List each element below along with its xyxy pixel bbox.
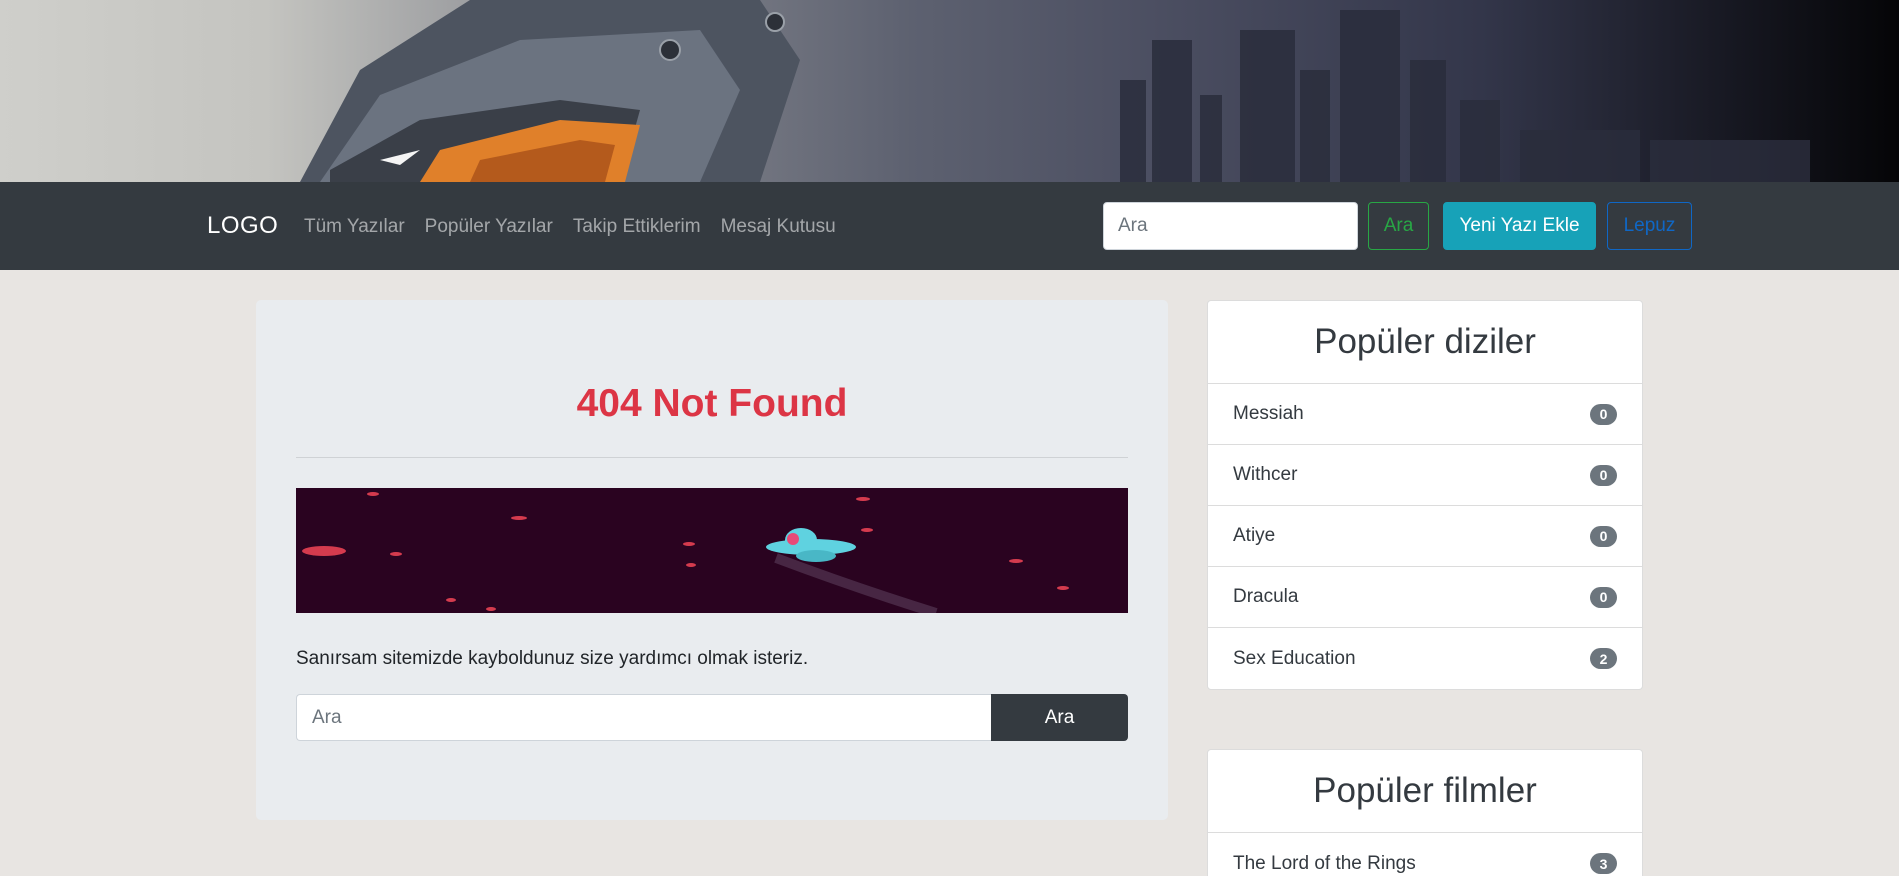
navbar-search-input[interactable] bbox=[1103, 202, 1358, 250]
list-item[interactable]: The Lord of the Rings 3 bbox=[1208, 833, 1642, 876]
lost-message: Sanırsam sitemizde kayboldunuz size yard… bbox=[296, 648, 809, 669]
nav-link-popular-posts[interactable]: Popüler Yazılar bbox=[425, 216, 553, 238]
list-item-label: The Lord of the Rings bbox=[1233, 852, 1416, 874]
not-found-card: 404 Not Found Sanırsam sitemizde kaybold… bbox=[256, 300, 1168, 820]
popular-movies-card: Popüler filmler The Lord of the Rings 3 bbox=[1207, 749, 1643, 876]
site-logo[interactable]: LOGO bbox=[207, 212, 278, 240]
count-badge: 2 bbox=[1590, 648, 1617, 669]
list-item-label: Sex Education bbox=[1233, 647, 1356, 669]
popular-movies-title: Popüler filmler bbox=[1208, 750, 1642, 833]
popular-series-title: Popüler diziler bbox=[1208, 301, 1642, 384]
help-search-input[interactable] bbox=[296, 694, 992, 741]
lost-astronaut-image bbox=[296, 488, 1128, 613]
nav-links: Tüm Yazılar Popüler Yazılar Takip Ettikl… bbox=[304, 216, 836, 238]
count-badge: 0 bbox=[1590, 403, 1617, 425]
count-badge: 0 bbox=[1590, 586, 1617, 608]
list-item[interactable]: Atiye 0 bbox=[1208, 506, 1642, 567]
help-search-button[interactable]: Ara bbox=[991, 694, 1128, 741]
new-post-button[interactable]: Yeni Yazı Ekle bbox=[1443, 202, 1596, 250]
list-item-label: Dracula bbox=[1233, 586, 1299, 607]
header-banner-image bbox=[0, 0, 1899, 182]
list-item[interactable]: Messiah 0 bbox=[1208, 384, 1642, 445]
list-item[interactable]: Sex Education 2 bbox=[1208, 628, 1642, 689]
nav-link-all-posts[interactable]: Tüm Yazılar bbox=[304, 216, 405, 238]
list-item-label: Messiah bbox=[1233, 403, 1304, 424]
count-badge: 0 bbox=[1590, 525, 1617, 547]
nav-link-inbox[interactable]: Mesaj Kutusu bbox=[721, 216, 836, 238]
list-item-label: Atiye bbox=[1233, 525, 1276, 546]
count-badge: 3 bbox=[1590, 853, 1617, 874]
nav-link-following[interactable]: Takip Ettiklerim bbox=[573, 216, 701, 238]
popular-series-card: Popüler diziler Messiah 0 Withcer 0 Atiy… bbox=[1207, 300, 1643, 690]
title-divider bbox=[296, 457, 1128, 458]
user-profile-button[interactable]: Lepuz bbox=[1607, 202, 1692, 250]
page-title: 404 Not Found bbox=[576, 382, 848, 425]
list-item[interactable]: Dracula 0 bbox=[1208, 567, 1642, 628]
top-navbar: LOGO Tüm Yazılar Popüler Yazılar Takip E… bbox=[0, 182, 1899, 270]
list-item-label: Withcer bbox=[1233, 464, 1298, 485]
navbar-search-button[interactable]: Ara bbox=[1368, 202, 1429, 250]
count-badge: 0 bbox=[1590, 464, 1617, 486]
list-item[interactable]: Withcer 0 bbox=[1208, 445, 1642, 506]
helmet-cityscape-illustration bbox=[300, 0, 1810, 182]
